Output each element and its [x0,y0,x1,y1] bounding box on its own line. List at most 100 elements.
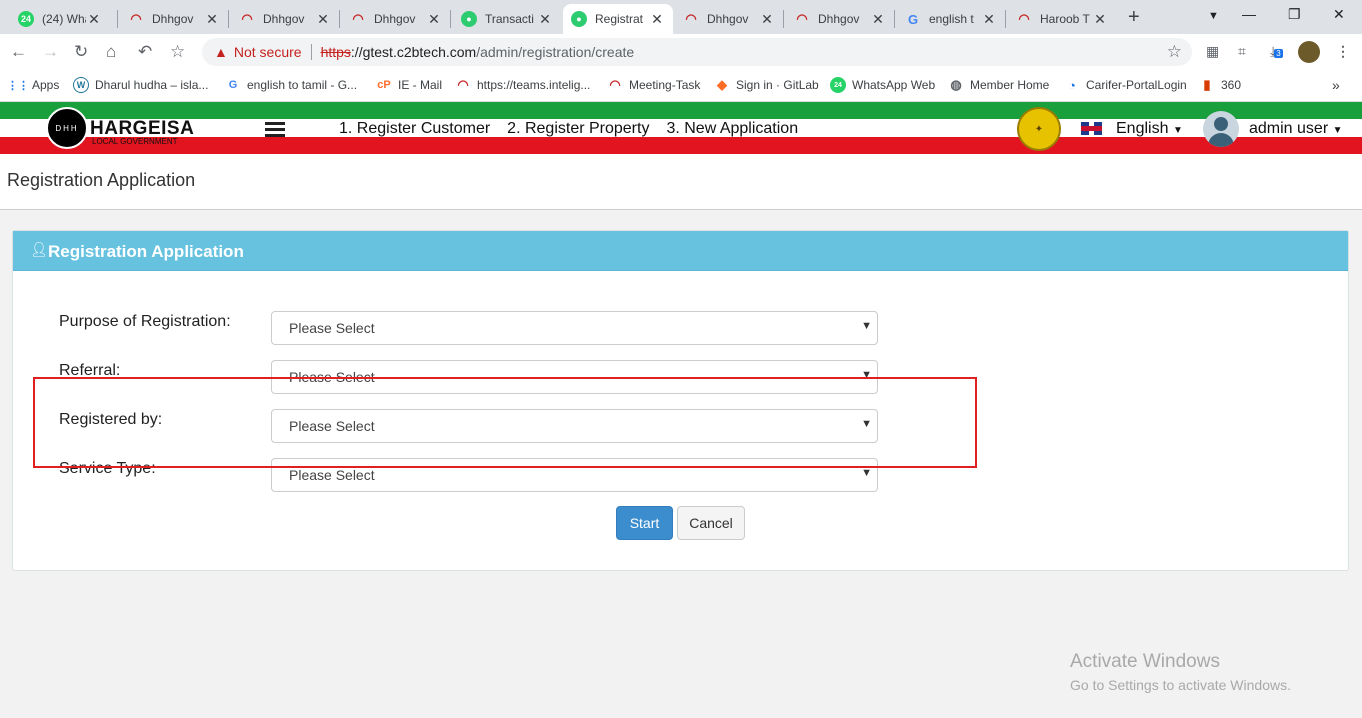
browser-tab[interactable]: ◠ Haroob T ✕ [1008,4,1116,34]
profile-avatar[interactable] [1298,41,1320,63]
start-button[interactable]: Start [616,506,673,540]
bookmark-item[interactable]: ◍ Member Home [948,77,1049,93]
browser-tab[interactable]: ◠ Dhhgov ✕ [120,4,228,34]
close-tab-icon[interactable]: ✕ [204,11,220,28]
user-avatar[interactable] [1203,111,1239,147]
logo-emblem[interactable]: DHH [46,107,88,149]
logo-subtitle: LOCAL GOVERNMENT [92,137,178,146]
close-window-icon[interactable]: ✕ [1333,6,1345,23]
user-icon: 👤︎ [30,241,48,257]
close-tab-icon[interactable]: ✕ [1092,11,1108,28]
bookmark-item[interactable]: cP IE - Mail [376,77,442,93]
url-scheme: https [320,44,351,60]
bookmark-item[interactable]: ◠ Meeting-Task [607,77,700,93]
close-tab-icon[interactable]: ✕ [86,11,102,28]
address-bar[interactable]: ▲ Not secure https ://gtest.c2btech.com … [202,38,1192,66]
cancel-button[interactable]: Cancel [677,506,745,540]
url-host: ://gtest.c2btech.com [350,44,477,60]
tab-title: Dhhgov [818,12,860,26]
hamburger-menu-icon[interactable] [265,122,285,140]
browser-tab-active[interactable]: ● Registrat ✕ [563,4,673,34]
top-navigation: 1. Register Customer 2. Register Propert… [339,120,798,138]
tab-title: Dhhgov [263,12,305,26]
page-header: Registration Application [0,154,1362,210]
nav-new-application[interactable]: 3. New Application [666,120,798,138]
tab-title: Dhhgov [707,12,749,26]
coat-of-arms-icon: ✦ [1017,107,1061,151]
bookmark-item[interactable]: ◠ https://teams.intelig... [455,77,590,93]
close-tab-icon[interactable]: ✕ [315,11,331,28]
browser-tab[interactable]: ● Transacti ✕ [453,4,561,34]
back-icon[interactable]: ← [10,42,27,62]
forward-icon[interactable]: → [42,42,59,62]
bookmark-item[interactable]: 24 WhatsApp Web [830,77,935,93]
language-label: English [1116,120,1169,137]
purpose-select[interactable]: Please Select ▼ [271,311,878,345]
downloads-icon[interactable]: ⤓3 [1270,43,1283,60]
bookmark-label: https://teams.intelig... [477,78,591,92]
carifer-icon: ◔ [1068,77,1076,93]
undo-icon[interactable]: ↶ [138,42,152,62]
globe-icon: ◍ [950,77,962,92]
restore-icon[interactable]: ❐ [1288,6,1301,23]
select-value: Please Select [289,320,375,336]
more-bookmarks-icon[interactable]: » [1332,77,1340,93]
browser-tab[interactable]: ◠ Dhhgov ✕ [342,4,450,34]
flag-stripe-red [0,137,1362,154]
bookmark-item[interactable]: W Dharul hudha – isla... [73,77,208,93]
bookmark-label: IE - Mail [398,78,443,92]
whatsapp-icon: 24 [830,77,846,93]
minimize-icon[interactable]: — [1242,6,1256,22]
chevron-down-icon: ▼ [861,320,872,332]
browser-tab[interactable]: ◠ Dhhgov ✕ [786,4,894,34]
not-secure-label[interactable]: Not secure [234,44,302,60]
bookmark-label: Carifer-PortalLogin [1086,78,1187,92]
nav-register-property[interactable]: 2. Register Property [507,120,649,138]
close-tab-icon[interactable]: ✕ [759,11,775,28]
star-icon[interactable]: ☆ [1167,42,1182,62]
google-icon: G [228,79,238,91]
activate-windows-watermark: Activate Windows Go to Settings to activ… [1070,651,1291,693]
reload-icon[interactable]: ↻ [74,42,88,62]
office-icon: ▮ [1203,77,1211,92]
app-header: DHH HARGEISA LOCAL GOVERNMENT 1. Registe… [0,102,1362,154]
owl-icon: ● [571,11,587,27]
browser-tab[interactable]: G english t ✕ [897,4,1005,34]
select-value: Please Select [289,467,375,483]
page-title: Registration Application [7,170,196,190]
arc-icon: ◠ [457,77,469,92]
menu-kebab-icon[interactable]: ⋮ [1336,43,1350,60]
tab-search-icon[interactable]: ▼ [1208,10,1219,22]
close-tab-icon[interactable]: ✕ [426,11,442,28]
home-icon[interactable]: ⌂ [106,42,116,62]
language-dropdown[interactable]: English ▼ [1116,120,1183,138]
close-tab-icon[interactable]: ✕ [870,11,886,28]
browser-tab[interactable]: 24 (24) Wha ✕ [10,4,110,34]
bookmark-star-icon[interactable]: ☆ [170,42,185,62]
url-path: /admin/registration/create [476,44,635,60]
browser-tab[interactable]: ◠ Dhhgov ✕ [231,4,339,34]
tab-title: Dhhgov [374,12,416,26]
browser-toolbar: ← → ↻ ⌂ ↶ ☆ ▲ Not secure https ://gtest.… [0,34,1362,70]
new-tab-icon[interactable]: + [1128,6,1140,29]
user-menu[interactable]: admin user ▼ [1249,120,1343,138]
bookmark-item[interactable]: ◆ Sign in · GitLab [714,77,819,93]
crop-icon[interactable]: ⌗ [1238,43,1246,60]
bookmarks-bar: ⋮⋮ Apps W Dharul hudha – isla... G engli… [0,70,1362,102]
uk-flag-icon [1081,122,1102,135]
close-tab-icon[interactable]: ✕ [649,11,665,28]
close-tab-icon[interactable]: ✕ [537,11,553,28]
tab-title: Haroob T [1040,12,1090,26]
arc-icon: ◠ [1018,11,1030,26]
bookmark-item[interactable]: G english to tamil - G... [225,77,357,93]
extensions-grid-icon[interactable]: ▦ [1206,43,1219,60]
warning-icon: ▲ [214,44,228,60]
bookmark-label: english to tamil - G... [247,78,358,92]
bookmark-item[interactable]: ▮ 360 [1199,77,1241,93]
browser-tab[interactable]: ◠ Dhhgov ✕ [675,4,783,34]
bookmark-item[interactable]: ◔ Carifer-PortalLogin [1064,77,1187,93]
nav-register-customer[interactable]: 1. Register Customer [339,120,490,138]
close-tab-icon[interactable]: ✕ [981,11,997,28]
bookmark-apps[interactable]: ⋮⋮ Apps [7,77,59,93]
bookmark-label: 360 [1221,78,1242,92]
